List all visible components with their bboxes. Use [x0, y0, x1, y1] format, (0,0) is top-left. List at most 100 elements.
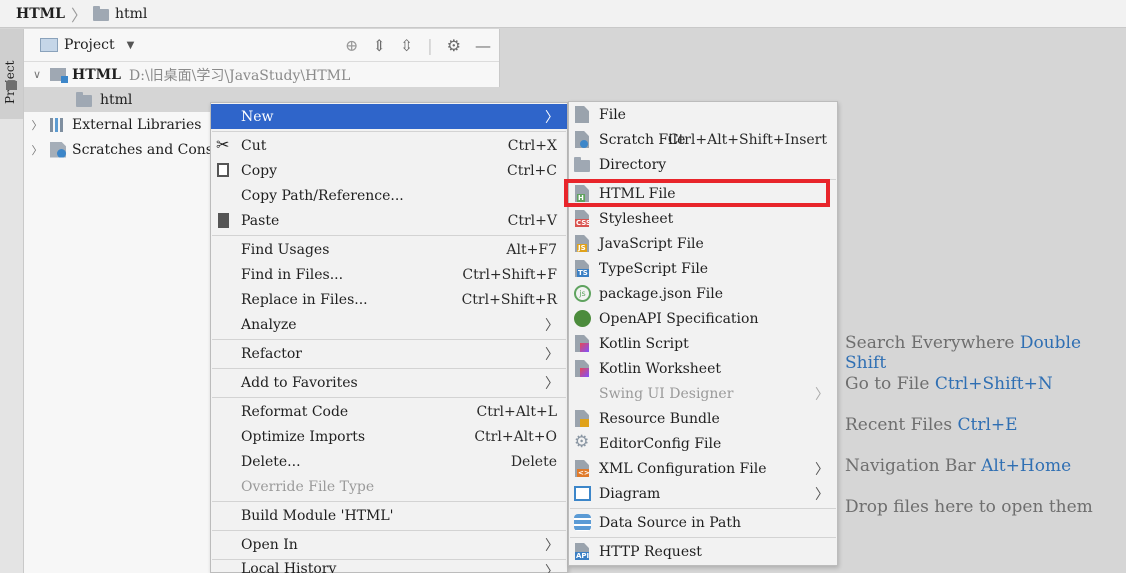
openapi-icon	[574, 310, 591, 327]
project-view-selector[interactable]: Project	[64, 37, 115, 53]
menu-separator	[212, 235, 566, 236]
menu-item-label: OpenAPI Specification	[599, 310, 759, 327]
chevron-right-icon: 〉	[545, 317, 559, 334]
new-item-http-request[interactable]: API HTTP Request	[569, 539, 837, 564]
breadcrumb-project[interactable]: HTML	[16, 6, 65, 22]
navigation-bar: HTML 〉 html	[0, 0, 1126, 28]
library-icon	[50, 117, 66, 132]
chevron-right-icon[interactable]: 〉	[30, 117, 44, 133]
gear-icon[interactable]: ⚙	[447, 36, 461, 55]
menu-item-label: Add to Favorites	[241, 374, 358, 391]
menu-item-analyze[interactable]: Analyze 〉	[211, 312, 567, 337]
scratch-file-icon	[575, 131, 593, 149]
tree-item-external-libraries[interactable]: 〉 External Libraries	[30, 112, 202, 137]
folder-icon	[574, 157, 592, 177]
menu-item-cut[interactable]: ✂ Cut Ctrl+X	[211, 133, 567, 158]
chevron-down-icon[interactable]: ∨	[30, 68, 44, 81]
chevron-down-icon[interactable]: ▼	[127, 40, 135, 51]
menu-item-paste[interactable]: Paste Ctrl+V	[211, 208, 567, 233]
menu-item-shortcut: Ctrl+X	[507, 137, 557, 154]
menu-item-label: Data Source in Path	[599, 514, 742, 531]
ts-file-icon: TS	[575, 260, 593, 278]
menu-item-label: Open In	[241, 536, 298, 553]
menu-separator	[212, 397, 566, 398]
menu-item-label: Find Usages	[241, 241, 330, 258]
menu-item-label: Optimize Imports	[241, 428, 366, 445]
menu-item-label: Reformat Code	[241, 403, 349, 420]
diagram-icon	[574, 486, 591, 501]
chevron-right-icon: 〉	[545, 375, 559, 392]
hint-drop-files: Drop files here to open them	[845, 497, 1093, 517]
menu-item-new[interactable]: New 〉	[211, 104, 567, 129]
menu-item-copy[interactable]: Copy Ctrl+C	[211, 158, 567, 183]
new-item-kotlin-worksheet[interactable]: Kotlin Worksheet	[569, 356, 837, 381]
menu-item-label: File	[599, 106, 626, 123]
new-item-stylesheet[interactable]: CSS Stylesheet	[569, 206, 837, 231]
breadcrumb-folder[interactable]: html	[115, 6, 147, 22]
left-tool-strip: Project	[0, 29, 24, 573]
menu-item-add-to-favorites[interactable]: Add to Favorites 〉	[211, 370, 567, 395]
folder-icon	[6, 81, 17, 90]
tree-item-html-module[interactable]: ∨ HTML D:\旧桌面\学习\JavaStudy\HTML	[30, 62, 500, 87]
new-item-diagram[interactable]: Diagram 〉	[569, 481, 837, 506]
project-panel-header: Project ▼ ⊕ ⇕ ⇳ | ⚙ —	[24, 29, 499, 62]
menu-item-delete[interactable]: Delete... Delete	[211, 449, 567, 474]
chevron-right-icon[interactable]: 〉	[30, 142, 44, 158]
menu-item-label: Local History	[241, 561, 337, 573]
clipboard-icon	[218, 213, 229, 228]
project-panel-toolbar: ⊕ ⇕ ⇳ | ⚙ —	[345, 36, 491, 55]
nodejs-icon: js	[574, 285, 591, 302]
locate-icon[interactable]: ⊕	[345, 36, 358, 55]
menu-item-label: EditorConfig File	[599, 435, 722, 452]
xml-file-icon: <>	[575, 460, 593, 478]
new-item-typescript-file[interactable]: TS TypeScript File	[569, 256, 837, 281]
js-file-icon: JS	[575, 235, 593, 253]
menu-item-replace-in-files[interactable]: Replace in Files... Ctrl+Shift+R	[211, 287, 567, 312]
new-item-javascript-file[interactable]: JS JavaScript File	[569, 231, 837, 256]
menu-item-label: Diagram	[599, 485, 661, 502]
hide-icon[interactable]: —	[475, 36, 491, 55]
kotlin-icon	[575, 335, 593, 353]
new-item-directory[interactable]: Directory	[569, 152, 837, 177]
menu-item-open-in[interactable]: Open In 〉	[211, 532, 567, 557]
new-item-resource-bundle[interactable]: Resource Bundle	[569, 406, 837, 431]
breadcrumb-separator-icon: 〉	[71, 5, 88, 25]
tree-item-path: D:\旧桌面\学习\JavaStudy\HTML	[129, 67, 351, 84]
menu-item-label: XML Configuration File	[599, 460, 767, 477]
project-view-icon	[40, 38, 58, 52]
menu-item-label: Kotlin Script	[599, 335, 689, 352]
project-tool-tab[interactable]: Project	[0, 29, 23, 119]
expand-all-icon[interactable]: ⇕	[372, 36, 385, 55]
menu-separator	[212, 368, 566, 369]
menu-item-optimize-imports[interactable]: Optimize Imports Ctrl+Alt+O	[211, 424, 567, 449]
api-icon: API	[575, 543, 593, 561]
new-item-kotlin-script[interactable]: Kotlin Script	[569, 331, 837, 356]
menu-separator	[212, 339, 566, 340]
menu-item-reformat-code[interactable]: Reformat Code Ctrl+Alt+L	[211, 399, 567, 424]
chevron-right-icon: 〉	[545, 346, 559, 363]
menu-item-label: Swing UI Designer	[599, 385, 734, 402]
menu-item-label: Cut	[241, 137, 267, 154]
new-item-editorconfig[interactable]: ⚙ EditorConfig File	[569, 431, 837, 456]
menu-item-label: TypeScript File	[599, 260, 709, 277]
chevron-right-icon: 〉	[815, 461, 829, 478]
menu-item-find-in-files[interactable]: Find in Files... Ctrl+Shift+F	[211, 262, 567, 287]
collapse-all-icon[interactable]: ⇳	[400, 36, 413, 55]
copy-icon	[217, 163, 229, 177]
new-item-file[interactable]: File	[569, 102, 837, 127]
menu-item-override-file-type: Override File Type	[211, 474, 567, 499]
new-item-xml-configuration[interactable]: <> XML Configuration File 〉	[569, 456, 837, 481]
menu-item-find-usages[interactable]: Find Usages Alt+F7	[211, 237, 567, 262]
new-item-scratch-file[interactable]: Scratch File Ctrl+Alt+Shift+Insert	[569, 127, 837, 152]
menu-item-shortcut: Ctrl+Alt+L	[476, 403, 557, 420]
new-item-openapi[interactable]: OpenAPI Specification	[569, 306, 837, 331]
menu-item-local-history[interactable]: Local History 〉	[211, 561, 567, 573]
menu-item-build-module[interactable]: Build Module 'HTML'	[211, 503, 567, 528]
menu-item-label: Kotlin Worksheet	[599, 360, 722, 377]
new-item-package-json[interactable]: js package.json File	[569, 281, 837, 306]
menu-separator	[212, 530, 566, 531]
new-item-data-source[interactable]: Data Source in Path	[569, 510, 837, 535]
menu-item-shortcut: Alt+F7	[506, 241, 557, 258]
menu-item-copy-path[interactable]: Copy Path/Reference...	[211, 183, 567, 208]
menu-item-refactor[interactable]: Refactor 〉	[211, 341, 567, 366]
